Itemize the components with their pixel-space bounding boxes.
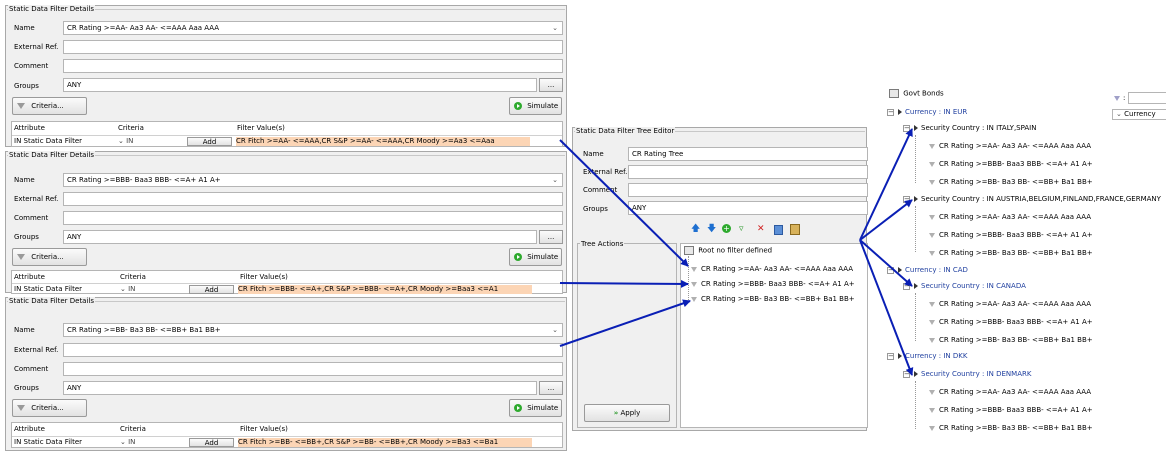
annotation-arrows (559, 128, 914, 376)
arrow-line (559, 299, 691, 347)
arrow-line (859, 239, 914, 376)
arrow-line (559, 139, 689, 267)
arrow-line (859, 128, 913, 241)
arrow-line (559, 279, 689, 288)
arrow-line (859, 199, 913, 241)
